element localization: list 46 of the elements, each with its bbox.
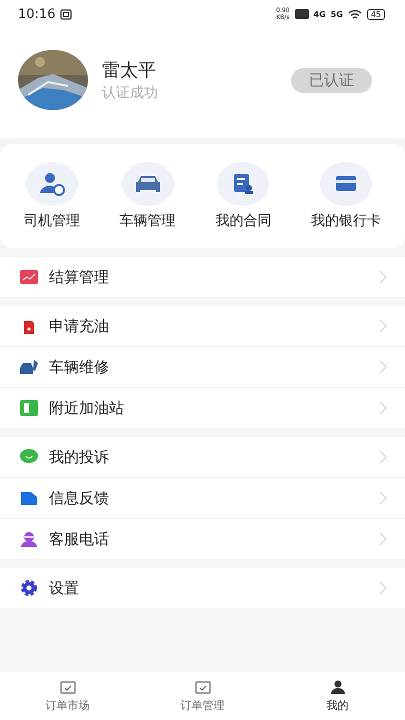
chat-bubble-icon [19, 448, 39, 466]
battery-indicator: 45 [366, 8, 385, 20]
gas-station-icon [19, 399, 39, 417]
folder-icon [19, 489, 39, 507]
menu-item[interactable]: 附近加油站 [0, 388, 405, 428]
network-label: 5G [330, 10, 343, 18]
menu-item[interactable]: 结算管理 [0, 257, 405, 297]
verified-badge: 已认证 [291, 68, 372, 92]
shortcut-label[interactable]: 司机管理 [24, 212, 80, 230]
menu-item[interactable]: 设置 [0, 568, 405, 608]
tab-item[interactable]: 订单管理 [135, 672, 270, 720]
tab-item[interactable]: 我的 [270, 672, 405, 720]
chevron-icon [379, 360, 387, 374]
menu-item[interactable]: 申请充油 [0, 306, 405, 347]
card-icon[interactable] [320, 162, 372, 206]
shortcut-label[interactable]: 我的银行卡 [311, 212, 382, 230]
verification-status: 认证成功 [102, 84, 158, 102]
settings-icon [19, 579, 39, 597]
calendar-check-icon [194, 680, 210, 694]
chart-icon [19, 268, 39, 286]
menu-item[interactable]: 车辆维修 [0, 347, 405, 388]
car-repair-icon [19, 358, 39, 376]
chevron-icon [379, 450, 387, 464]
chevron-icon [379, 319, 387, 333]
tab-item[interactable]: 订单市场 [0, 672, 135, 720]
chevron-icon [379, 491, 387, 505]
chevron-icon [379, 401, 387, 415]
shortcut-label[interactable]: 我的合同 [215, 212, 272, 230]
document-icon[interactable] [217, 162, 270, 206]
wifi-icon [348, 8, 362, 20]
menu-item[interactable]: 我的投诉 [0, 437, 405, 478]
car-icon[interactable] [122, 162, 174, 206]
status-time: 10:16 [18, 6, 56, 22]
chevron-icon [379, 581, 387, 595]
notification-icon [60, 8, 72, 20]
person-icon [330, 680, 346, 694]
calendar-check-icon [60, 680, 76, 694]
shortcut-label[interactable]: 车辆管理 [120, 212, 176, 230]
menu-item[interactable]: 信息反馈 [0, 478, 405, 519]
headset-person-icon [19, 530, 39, 548]
chevron-icon [379, 270, 387, 284]
menu-item[interactable]: 客服电话 [0, 519, 405, 559]
person-icon[interactable] [26, 162, 78, 206]
network-label: 4G [314, 10, 326, 18]
chevron-icon [379, 532, 387, 546]
user-name: 雷太平 [102, 59, 157, 82]
